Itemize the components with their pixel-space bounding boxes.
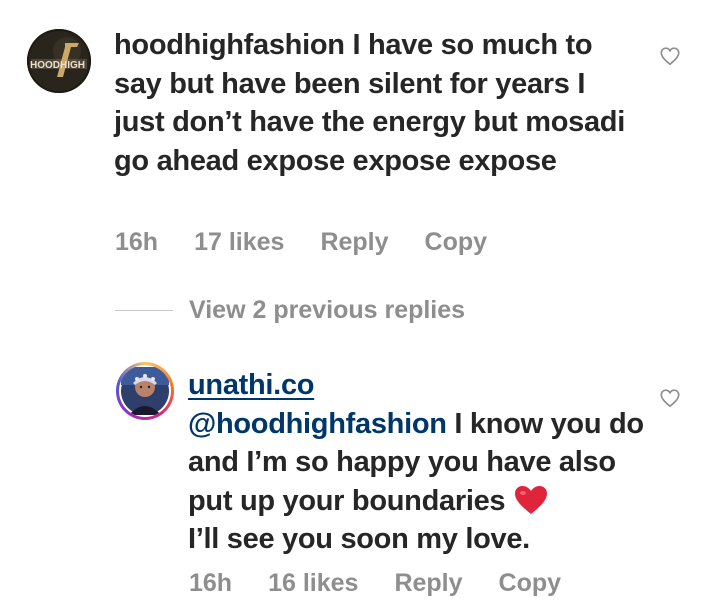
- comment-body: hoodhighfashion I have so much to say bu…: [114, 26, 634, 180]
- comment-username[interactable]: unathi.co: [188, 366, 648, 405]
- avatar-unathi[interactable]: [116, 362, 174, 420]
- comment-time: 16h: [115, 228, 159, 256]
- comment-body: unathi.co @hoodhighfashion I know you do…: [188, 366, 648, 559]
- comment-likes[interactable]: 17 likes: [194, 228, 284, 257]
- red-heart-emoji: [515, 485, 547, 514]
- copy-button[interactable]: Copy: [499, 569, 562, 598]
- view-replies-label[interactable]: View 2 previous replies: [189, 296, 465, 325]
- reply-button[interactable]: Reply: [320, 228, 388, 257]
- mention-link[interactable]: @hoodhighfashion: [188, 408, 447, 440]
- view-replies-toggle[interactable]: View 2 previous replies: [115, 296, 465, 325]
- like-heart-outline-icon[interactable]: [659, 45, 681, 67]
- reply-button[interactable]: Reply: [394, 569, 462, 598]
- comment-time: 16h: [189, 569, 233, 597]
- comment-meta: 16h 16 likes Reply Copy: [189, 569, 597, 598]
- comment-meta: 16h 17 likes Reply Copy: [115, 228, 523, 257]
- copy-button[interactable]: Copy: [425, 228, 488, 257]
- comment-text-continued: I’ll see you soon my love.: [188, 523, 530, 555]
- comment-likes[interactable]: 16 likes: [268, 569, 358, 598]
- hoodhigh-logo-icon: HOODHIGH: [27, 29, 91, 93]
- replies-divider: [115, 310, 173, 311]
- avatar-hoodhighfashion[interactable]: HOODHIGH: [27, 29, 91, 93]
- avatar-logo-text: HOODHIGH: [30, 60, 85, 71]
- avatar-photo-icon: [121, 367, 169, 415]
- like-heart-outline-icon[interactable]: [659, 387, 681, 409]
- comment-username[interactable]: hoodhighfashion: [114, 29, 345, 61]
